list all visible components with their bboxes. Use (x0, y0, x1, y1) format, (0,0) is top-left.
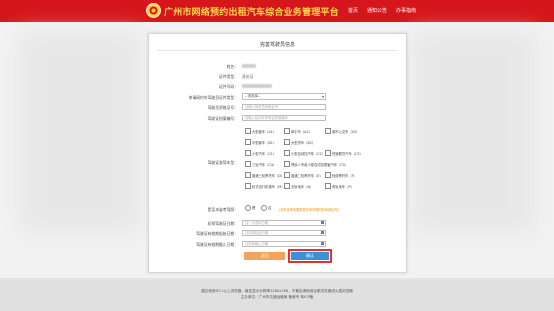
date-end-input[interactable]: 请选择截止日期 (242, 241, 326, 247)
radio-button[interactable] (261, 205, 267, 211)
footer-sponsor: 主办单位：广州市交通运输局 备案号 粤ICP备 (240, 295, 314, 299)
vehicle-class-c2[interactable]: 小型自动挡汽车（C2） (284, 150, 325, 156)
checkbox-label: 牵引车（A2） (291, 129, 312, 134)
checkbox-label: 城市公交车（A3） (332, 129, 360, 134)
title-divider (157, 50, 398, 51)
back-button[interactable]: 返回 (244, 252, 285, 260)
checkbox[interactable] (245, 172, 251, 178)
checkbox-label: 低速载货汽车（C3） (332, 151, 363, 156)
exam-yes-radio[interactable]: 是 (245, 205, 256, 211)
vehicle-class-c4[interactable]: 三轮汽车（C4） (245, 161, 276, 167)
vehicle-class-p[interactable]: 有轨电车（P） (325, 183, 354, 189)
vehicle-class-c3[interactable]: 低速载货汽车（C3） (325, 150, 363, 156)
top-nav: 首页 通知公告 办事指南 (348, 7, 416, 14)
checkbox-label: 普通二轮摩托车（E） (291, 173, 323, 178)
vehicle-class-b1[interactable]: 中型客车（B1） (245, 139, 276, 145)
license-type-select[interactable]: --请选择-- ▾ (242, 93, 326, 100)
id-type-label: 证件类型： (219, 74, 238, 79)
radio-button[interactable] (245, 205, 251, 211)
date-start-placeholder: 请选择起始日期 (245, 231, 269, 235)
vehicle-class-c5[interactable]: 残疾人专用小型自动挡载客汽车（C5） (284, 161, 348, 167)
checkbox[interactable] (245, 161, 251, 167)
checkbox[interactable] (284, 183, 290, 189)
vehicle-class-b2[interactable]: 大型货车（B2） (284, 139, 315, 145)
checkbox[interactable] (284, 172, 290, 178)
site-title: 广州市网络预约出租汽车综合业务管理平台 (164, 8, 339, 18)
exam-label: 是否本省考驾照： (207, 207, 238, 212)
confirm-button[interactable]: 确认 (291, 252, 329, 260)
checkbox-label: 普通三轮摩托车（D） (252, 173, 285, 178)
nav-home[interactable]: 首页 (348, 7, 358, 14)
license-type-selected: --请选择-- (245, 94, 261, 98)
vehicle-class-d[interactable]: 普通三轮摩托车（D） (245, 172, 284, 178)
checkbox[interactable] (245, 150, 251, 156)
calendar-icon[interactable] (321, 242, 324, 245)
date-start-input[interactable]: 请选择起始日期 (242, 230, 326, 236)
license-type-label: 申请网约车驾驶员证件类型： (188, 95, 238, 100)
exam-no-radio[interactable]: 否 (261, 205, 272, 211)
radio-label: 否 (268, 205, 272, 210)
nav-guide[interactable]: 办事指南 (396, 7, 416, 14)
name-value-redacted (242, 64, 256, 68)
vehicle-class-a1[interactable]: 大型客车（A1） (245, 128, 276, 134)
checkbox[interactable] (284, 150, 290, 156)
checkbox-label: 大型客车（A1） (252, 129, 277, 134)
vehicle-class-a3[interactable]: 城市公交车（A3） (325, 128, 359, 134)
checkbox[interactable] (325, 150, 331, 156)
card-number-label: 驾驶员资格证号： (207, 105, 238, 110)
checkbox[interactable] (284, 139, 290, 145)
footer-browser-note: 建议使用IE11以上浏览器，最佳显示分辨率1280x768，不兼容请使用谷歌浏览… (201, 289, 353, 293)
card-number-input[interactable]: 请输入驾驶员资格证号 (242, 104, 326, 110)
checkbox[interactable] (325, 183, 331, 189)
site-logo-icon (146, 3, 161, 18)
checkbox-label: 有轨电车（P） (332, 184, 354, 189)
checkbox[interactable] (245, 139, 251, 145)
checkbox[interactable] (284, 128, 290, 134)
checkbox[interactable] (245, 128, 251, 134)
vehicle-class-label: 驾驶证准驾车型： (207, 160, 238, 165)
checkbox-label: 无轨电车（N） (291, 184, 314, 189)
calendar-icon[interactable] (321, 231, 324, 234)
name-label: 姓名： (226, 64, 238, 69)
calendar-icon[interactable] (321, 221, 324, 224)
date-start-label: 驾驶证有效期起始日期： (196, 231, 238, 236)
checkbox-label: 轮式自行机械车（M） (252, 184, 285, 189)
id-number-value-redacted (242, 84, 272, 88)
id-type-value: 身份证 (242, 74, 254, 79)
date-first-placeholder: 请一次选择日期 (245, 221, 269, 225)
date-first-label: 初领驾驶证日期： (207, 221, 238, 226)
license-number-label: 驾驶证档案编号： (207, 116, 238, 121)
vehicle-class-f[interactable]: 轻便摩托车（F） (325, 172, 357, 178)
checkbox-label: 大型货车（B2） (291, 140, 316, 145)
checkbox[interactable] (325, 172, 331, 178)
checkbox[interactable] (325, 128, 331, 134)
checkbox-label: 三轮汽车（C4） (252, 162, 277, 167)
radio-label: 是 (252, 205, 256, 210)
nav-notices[interactable]: 通知公告 (367, 7, 387, 14)
chevron-down-icon: ▾ (321, 94, 324, 99)
vehicle-class-c1[interactable]: 小型汽车（C1） (245, 150, 276, 156)
vehicle-class-m[interactable]: 轮式自行机械车（M） (245, 183, 285, 189)
page-footer: 建议使用IE11以上浏览器，最佳显示分辨率1280x768，不兼容请使用谷歌浏览… (0, 281, 554, 311)
checkbox[interactable] (245, 183, 251, 189)
checkbox-label: 中型客车（B1） (252, 140, 277, 145)
checkbox-label: 残疾人专用小型自动挡载客汽车（C5） (291, 162, 349, 167)
checkbox-label: 轻便摩托车（F） (332, 173, 357, 178)
date-end-placeholder: 请选择截止日期 (245, 242, 269, 246)
vehicle-class-e[interactable]: 普通二轮摩托车（E） (284, 172, 323, 178)
license-number-input[interactable]: 请输入机动车驾驶证档案编号 (242, 115, 326, 121)
driver-info-form: 完善驾驶员信息 姓名： 证件类型： 身份证 证件号码： 申请网约车驾驶员证件类型… (148, 33, 407, 273)
checkbox-label: 小型汽车（C1） (252, 151, 277, 156)
checkbox[interactable] (284, 161, 290, 167)
top-header: 广州市网络预约出租汽车综合业务管理平台 首页 通知公告 办事指南 (0, 0, 554, 22)
vehicle-class-a2[interactable]: 牵引车（A2） (284, 128, 312, 134)
checkbox-label: 小型自动挡汽车（C2） (291, 151, 326, 156)
exam-note: （非本省考驾照需提交有效期内的驾驶证件） (277, 208, 341, 212)
date-first-input[interactable]: 请一次选择日期 (242, 220, 326, 226)
vehicle-class-n[interactable]: 无轨电车（N） (284, 183, 313, 189)
date-end-label: 驾驶证有效期截止日期： (196, 242, 238, 247)
form-title: 完善驾驶员信息 (259, 42, 295, 48)
id-number-label: 证件号码： (219, 84, 238, 89)
